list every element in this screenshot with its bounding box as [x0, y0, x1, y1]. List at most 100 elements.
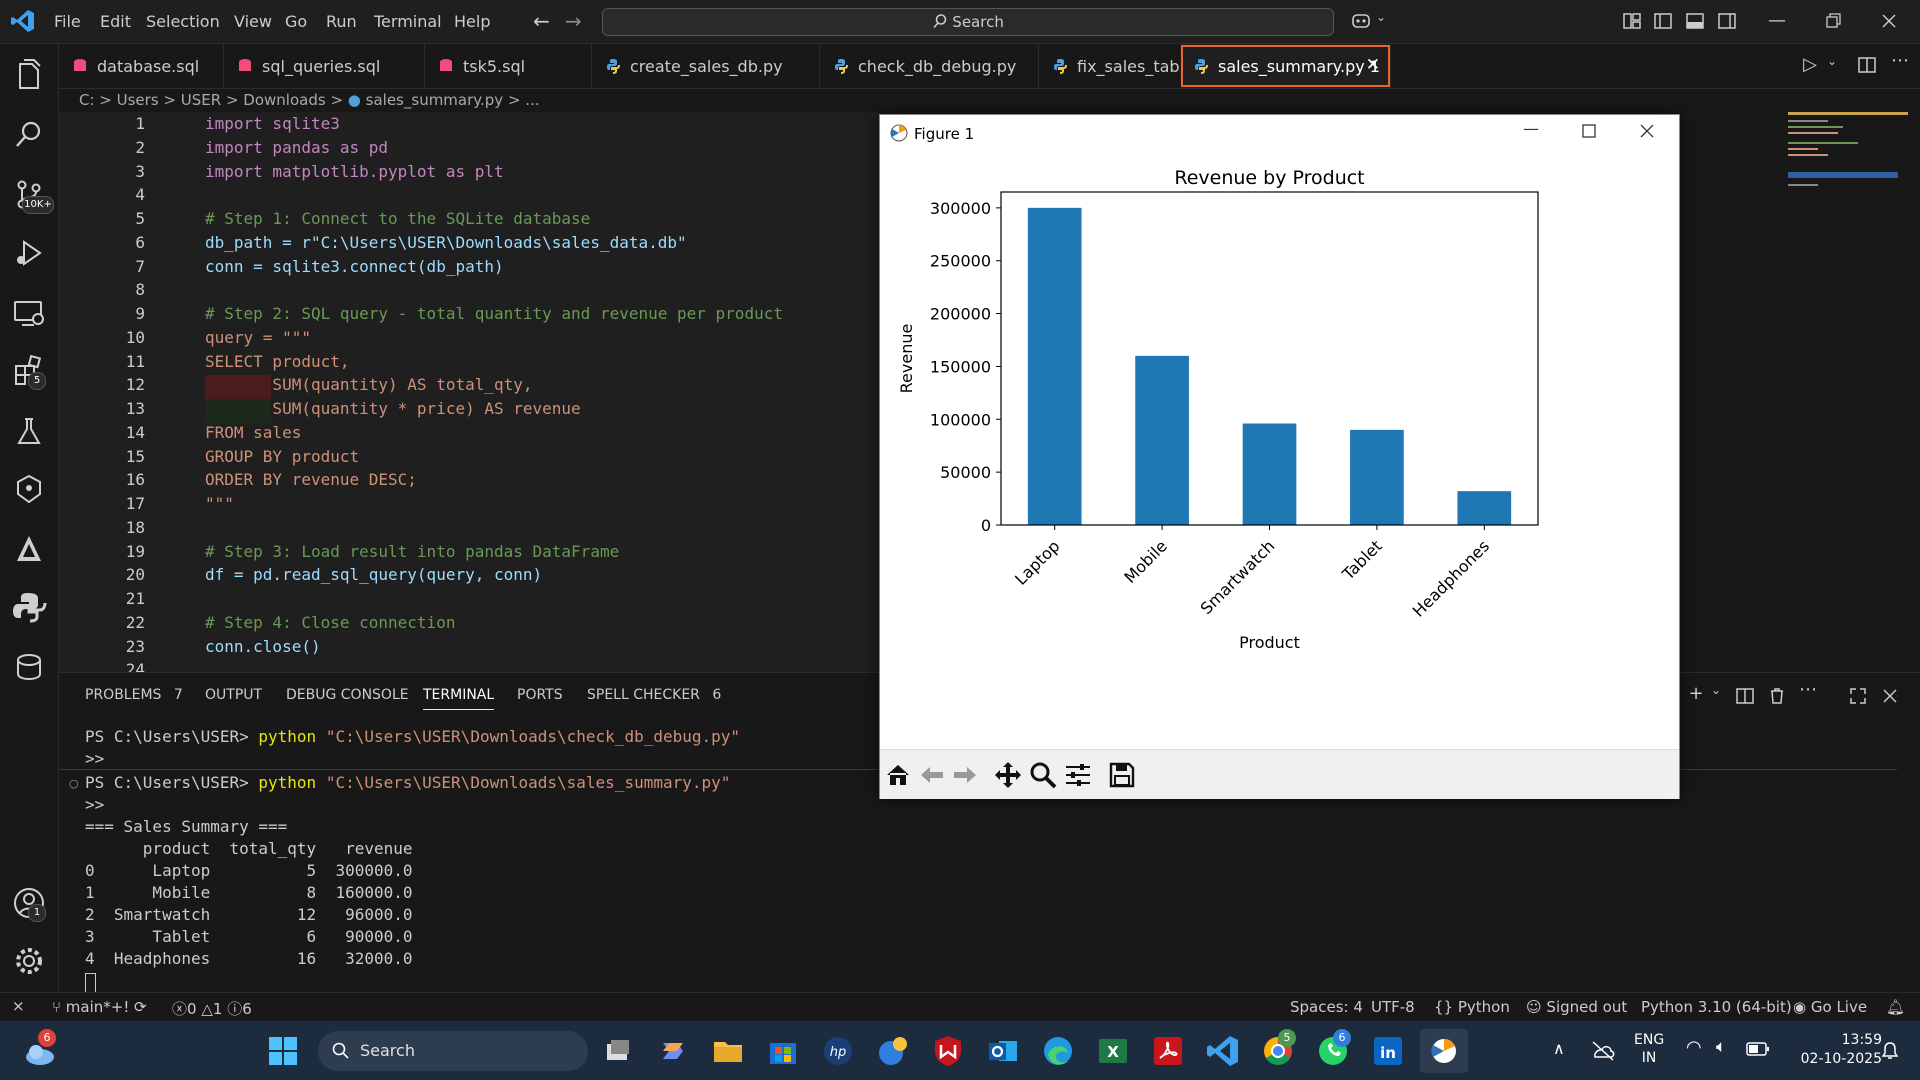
toggle-panel-icon[interactable] [1684, 10, 1706, 32]
volume-icon[interactable]: 🔈︎ [1716, 1037, 1726, 1057]
tab-terminal[interactable]: TERMINAL [423, 687, 495, 710]
run-python-file-icon[interactable]: ▷ [1799, 54, 1821, 76]
search-icon[interactable] [10, 116, 48, 154]
linkedin-icon[interactable]: in [1370, 1033, 1406, 1069]
accounts-button[interactable]: 1 [10, 884, 48, 922]
minimap[interactable] [1788, 112, 1908, 202]
wifi-icon[interactable]: ◠ [1686, 1037, 1702, 1058]
menu-go[interactable]: Go [285, 12, 307, 31]
copilot-icon[interactable] [1350, 10, 1372, 32]
tab-check-db-debug[interactable]: check_db_debug.py [820, 44, 1039, 88]
breadcrumb-item[interactable]: Users [117, 91, 159, 109]
restore-icon[interactable] [1822, 10, 1844, 32]
more-actions-icon[interactable]: ⋯ [1797, 679, 1819, 701]
language-indicator[interactable]: ENG IN [1634, 1031, 1664, 1067]
copilot-chat-icon[interactable] [10, 470, 48, 508]
tab-ports[interactable]: PORTS [517, 687, 563, 703]
windows-start-icon[interactable] [265, 1033, 301, 1069]
close-tab-icon[interactable]: ✕ [1366, 55, 1380, 75]
tab-database-sql[interactable]: database.sql [59, 44, 224, 88]
customize-layout-icon[interactable] [1621, 10, 1643, 32]
command-center-search[interactable]: Search [602, 8, 1334, 36]
database-icon[interactable] [10, 648, 48, 686]
account-status[interactable]: ☺ Signed out [1526, 998, 1627, 1016]
split-terminal-icon[interactable] [1734, 685, 1756, 707]
onedrive-offline-icon[interactable] [1590, 1039, 1616, 1063]
python-interpreter[interactable]: Python 3.10 (64-bit) [1641, 998, 1792, 1016]
toggle-primary-sidebar-icon[interactable] [1652, 10, 1674, 32]
maximize-panel-icon[interactable] [1847, 685, 1869, 707]
weather-widget[interactable]: 6 [22, 1029, 58, 1069]
indentation-setting[interactable]: Spaces: 4 [1290, 998, 1363, 1016]
menu-edit[interactable]: Edit [100, 12, 131, 31]
maximize-icon[interactable] [1582, 124, 1596, 138]
explorer-icon[interactable] [10, 56, 48, 94]
pan-move-icon[interactable] [993, 760, 1023, 790]
menu-run[interactable]: Run [326, 12, 357, 31]
mcafee-icon[interactable] [930, 1033, 966, 1069]
notification-bell-icon[interactable] [1880, 1041, 1900, 1061]
clock[interactable]: 13:59 02-10-2025 [1792, 1031, 1882, 1069]
problems-summary[interactable]: ⓧ0 △1 ⓘ6 [172, 998, 252, 1019]
copilot-app-icon[interactable] [655, 1033, 691, 1069]
forward-arrow-icon[interactable] [950, 760, 980, 790]
go-live-button[interactable]: ◉ Go Live [1793, 998, 1867, 1016]
toggle-secondary-sidebar-icon[interactable] [1716, 10, 1738, 32]
remote-indicator-icon[interactable]: ⨯ [12, 997, 25, 1015]
breadcrumb-item[interactable]: Downloads [243, 91, 325, 109]
python-icon[interactable] [10, 588, 48, 626]
git-branch[interactable]: ⑂ main*+! [52, 998, 129, 1016]
code-editor[interactable]: 1 import sqlite3 2 import pandas as pd 3 impo… [59, 112, 879, 672]
task-view-icon[interactable] [600, 1033, 636, 1069]
command-decoration-icon[interactable]: ○ [69, 777, 79, 790]
hp-app-icon[interactable]: hp [820, 1033, 856, 1069]
chevron-down-icon[interactable]: ⌄ [1370, 10, 1392, 32]
menu-terminal[interactable]: Terminal [374, 12, 442, 31]
deploy-triangle-icon[interactable] [10, 530, 48, 568]
tab-debug-console[interactable]: DEBUG CONSOLE [286, 687, 409, 703]
microsoft-store-icon[interactable] [765, 1033, 801, 1069]
source-control-button[interactable]: 10K+ [10, 176, 54, 214]
sync-icon[interactable]: ⟳ [134, 998, 147, 1016]
breadcrumb-item[interactable]: sales_summary.py [366, 91, 504, 109]
menu-view[interactable]: View [234, 12, 272, 31]
excel-icon[interactable]: X [1095, 1033, 1131, 1069]
chrome-button[interactable]: 5 [1260, 1029, 1296, 1069]
testing-flask-icon[interactable] [10, 412, 48, 450]
edge-browser-icon[interactable] [1040, 1033, 1076, 1069]
acrobat-icon[interactable] [1150, 1033, 1186, 1069]
configure-subplots-icon[interactable] [1063, 760, 1093, 790]
chevron-down-icon[interactable]: ⌄ [1821, 54, 1843, 76]
home-icon[interactable] [883, 760, 913, 790]
vscode-taskbar-icon[interactable] [1205, 1033, 1241, 1069]
tab-tsk5[interactable]: tsk5.sql [425, 44, 592, 88]
chevron-down-icon[interactable]: ⌄ [1705, 683, 1727, 705]
outlook-icon[interactable] [985, 1033, 1021, 1069]
matplotlib-taskbar-button[interactable] [1420, 1029, 1468, 1073]
back-arrow-icon[interactable]: ← [533, 9, 550, 33]
settings-gear-icon[interactable] [10, 942, 48, 980]
close-icon[interactable] [1640, 124, 1654, 138]
save-figure-icon[interactable] [1107, 760, 1137, 790]
minimize-icon[interactable]: — [1766, 10, 1788, 32]
battery-icon[interactable] [1746, 1041, 1770, 1057]
menu-file[interactable]: File [54, 12, 81, 31]
menu-help[interactable]: Help [454, 12, 490, 31]
whatsapp-button[interactable]: 6 [1315, 1029, 1351, 1069]
language-mode[interactable]: {} Python [1434, 998, 1510, 1016]
zoom-icon[interactable] [1028, 760, 1058, 790]
close-icon[interactable] [1878, 10, 1900, 32]
new-terminal-icon[interactable]: + [1685, 683, 1707, 705]
breadcrumb-item[interactable]: ... [525, 91, 539, 109]
file-explorer-icon[interactable] [710, 1033, 746, 1069]
encoding-setting[interactable]: UTF-8 [1371, 998, 1415, 1016]
taskbar-search[interactable]: Search [318, 1031, 588, 1071]
tab-output[interactable]: OUTPUT [205, 687, 262, 703]
back-arrow-icon[interactable] [917, 760, 947, 790]
tab-create-sales-db[interactable]: create_sales_db.py [592, 44, 820, 88]
run-debug-icon[interactable] [10, 234, 48, 272]
breadcrumb-item[interactable]: USER [181, 91, 221, 109]
more-actions-icon[interactable]: ⋯ [1889, 50, 1911, 72]
notifications-bell-icon[interactable]: 🔔︎ [1886, 998, 1905, 1016]
remote-explorer-icon[interactable] [10, 294, 48, 332]
